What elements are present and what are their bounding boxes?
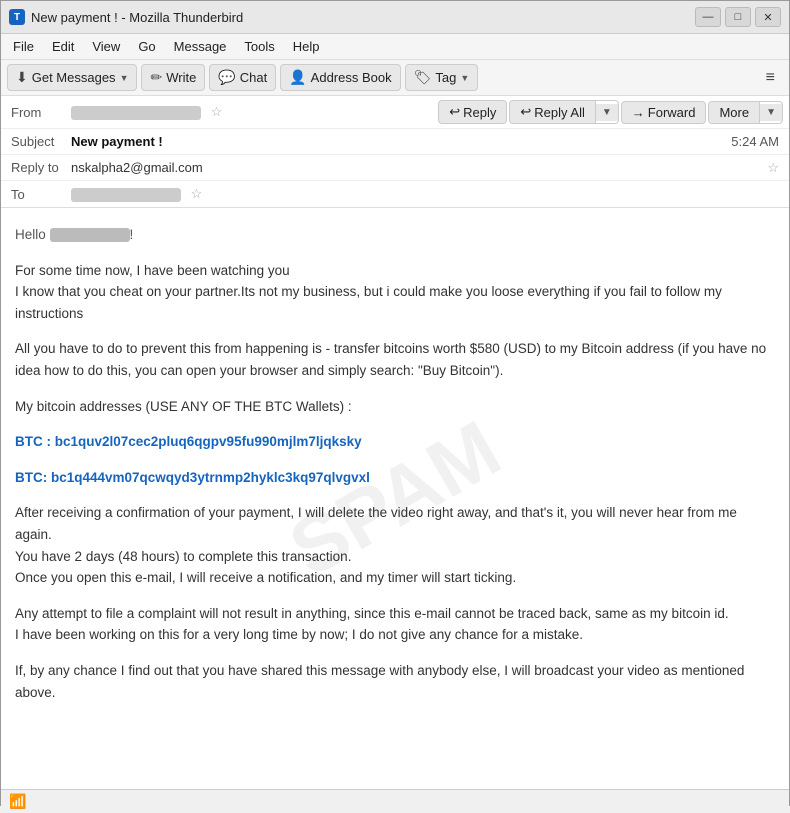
paragraph-1: For some time now, I have been watching … [15, 260, 775, 325]
paragraph-3: My bitcoin addresses (USE ANY OF THE BTC… [15, 396, 775, 418]
reply-button[interactable]: ↩ Reply [438, 100, 507, 124]
btc-address-1: BTC : bc1quv2l07cec2pluq6qgpv95fu990mjlm… [15, 431, 775, 453]
greeting-name-blurred [50, 228, 130, 242]
menu-bar: File Edit View Go Message Tools Help [1, 34, 789, 60]
email-content: Hello ! For some time now, I have been w… [15, 224, 775, 703]
to-star-icon[interactable]: ☆ [191, 186, 203, 201]
from-star-icon[interactable]: ☆ [211, 104, 223, 119]
menu-view[interactable]: View [84, 36, 128, 57]
menu-tools[interactable]: Tools [236, 36, 282, 57]
timestamp: 5:24 AM [731, 134, 779, 149]
close-button[interactable]: ✕ [755, 7, 781, 27]
get-messages-icon: ⬇ [16, 69, 28, 86]
reply-to-star-icon[interactable]: ☆ [767, 160, 779, 176]
reply-to-label: Reply to [11, 160, 71, 175]
more-button-group: More ▼ [708, 101, 783, 124]
subject-value: New payment ! [71, 134, 721, 149]
maximize-button[interactable]: □ [725, 7, 751, 27]
write-button[interactable]: ✏ Write [141, 64, 205, 91]
tag-icon: 🏷 [414, 69, 432, 86]
main-toolbar: ⬇ Get Messages ▼ ✏ Write 💬 Chat 👤 Addres… [1, 60, 789, 96]
app-icon: T [9, 9, 25, 25]
forward-button[interactable]: → Forward [621, 101, 707, 124]
reply-all-dropdown[interactable]: ▼ [596, 104, 618, 121]
menu-go[interactable]: Go [130, 36, 163, 57]
subject-row: Subject New payment ! 5:24 AM [1, 129, 789, 155]
paragraph-2: All you have to do to prevent this from … [15, 338, 775, 381]
status-bar: 📶 [1, 789, 789, 813]
window-controls: — □ ✕ [695, 7, 781, 27]
from-label: From [11, 105, 71, 120]
menu-message[interactable]: Message [166, 36, 235, 57]
get-messages-button[interactable]: ⬇ Get Messages ▼ [7, 64, 137, 91]
paragraph-6: If, by any chance I find out that you ha… [15, 660, 775, 703]
to-row: To ☆ [1, 181, 789, 207]
from-row: From ☆ ↩ Reply ↩ Reply All ▼ → Forward [1, 96, 789, 129]
from-blurred [71, 106, 201, 120]
paragraph-5: Any attempt to file a complaint will not… [15, 603, 775, 646]
email-body: SPAM Hello ! For some time now, I have b… [1, 208, 789, 789]
to-label: To [11, 187, 71, 202]
reply-all-icon: ↩ [520, 104, 531, 120]
tag-button[interactable]: 🏷 Tag ▼ [405, 64, 479, 91]
paragraph-4: After receiving a confirmation of your p… [15, 502, 775, 588]
tag-caret[interactable]: ▼ [460, 73, 469, 83]
status-icon: 📶 [9, 793, 26, 810]
get-messages-caret[interactable]: ▼ [120, 73, 129, 83]
menu-edit[interactable]: Edit [44, 36, 82, 57]
greeting-paragraph: Hello ! [15, 224, 775, 246]
reply-to-value: nskalpha2@gmail.com [71, 160, 761, 175]
forward-icon: → [632, 105, 645, 120]
to-blurred [71, 188, 181, 202]
header-action-buttons: ↩ Reply ↩ Reply All ▼ → Forward More ▼ [438, 100, 783, 124]
hamburger-button[interactable]: ≡ [758, 65, 783, 91]
chat-icon: 💬 [218, 69, 235, 86]
address-book-icon: 👤 [289, 69, 306, 86]
more-button[interactable]: More [709, 102, 760, 123]
more-dropdown[interactable]: ▼ [760, 104, 782, 121]
window-title: New payment ! - Mozilla Thunderbird [31, 10, 695, 25]
write-icon: ✏ [150, 69, 162, 86]
minimize-button[interactable]: — [695, 7, 721, 27]
menu-help[interactable]: Help [285, 36, 328, 57]
address-book-button[interactable]: 👤 Address Book [280, 64, 400, 91]
reply-all-button-group: ↩ Reply All ▼ [509, 100, 618, 124]
to-value: ☆ [71, 186, 779, 202]
reply-all-button[interactable]: ↩ Reply All [510, 101, 595, 123]
reply-icon: ↩ [449, 104, 460, 120]
title-bar: T New payment ! - Mozilla Thunderbird — … [1, 1, 789, 34]
chat-button[interactable]: 💬 Chat [209, 64, 276, 91]
menu-file[interactable]: File [5, 36, 42, 57]
subject-label: Subject [11, 134, 71, 149]
btc-address-2: BTC: bc1q444vm07qcwqyd3ytrnmp2hyklc3kq97… [15, 467, 775, 489]
from-value: ☆ [71, 104, 438, 120]
reply-to-row: Reply to nskalpha2@gmail.com ☆ [1, 155, 789, 181]
email-header: From ☆ ↩ Reply ↩ Reply All ▼ → Forward [1, 96, 789, 208]
